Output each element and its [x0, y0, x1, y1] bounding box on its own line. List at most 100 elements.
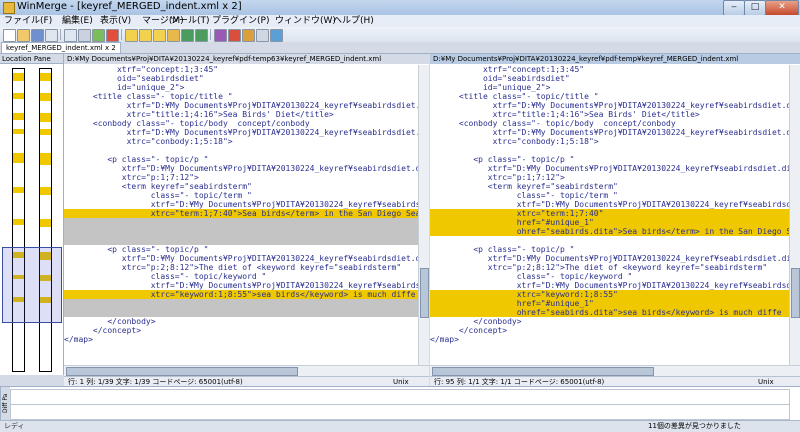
- redo-icon[interactable]: [64, 29, 77, 42]
- left-horizontal-scrollbar[interactable]: [64, 365, 429, 376]
- previous-difference-icon[interactable]: [125, 29, 138, 42]
- code-line[interactable]: xtrf="concept:1;3:45": [64, 65, 429, 74]
- document-tab[interactable]: keyref_MERGED_indent.xml x 2: [1, 42, 121, 53]
- code-line[interactable]: xtrc="p:2;8:12">The diet of <keyword key…: [64, 263, 429, 272]
- diff-line[interactable]: href="#unique_1": [430, 218, 800, 227]
- code-line[interactable]: <term keyref="seabirdsterm": [430, 182, 800, 191]
- code-line[interactable]: oid="seabirdsdiet": [430, 74, 800, 83]
- all-left-icon[interactable]: [242, 29, 255, 42]
- minimize-button[interactable]: ‒: [723, 0, 745, 16]
- code-line[interactable]: <p class="- topic/p ": [430, 245, 800, 254]
- location-viewport-indicator[interactable]: [2, 247, 62, 323]
- gap-line[interactable]: [64, 299, 429, 308]
- code-line[interactable]: xtrf="D:¥My Documents¥Proj¥DITA¥20130224…: [430, 281, 800, 290]
- code-line[interactable]: xtrf="D:¥My Documents¥Proj¥DITA¥20130224…: [430, 254, 800, 263]
- code-line[interactable]: class="- topic/keyword ": [430, 272, 800, 281]
- left-horizontal-scroll-thumb[interactable]: [66, 367, 298, 376]
- code-line[interactable]: xtrf="concept:1;3:45": [430, 65, 800, 74]
- menu-edit[interactable]: 編集(E): [62, 15, 93, 27]
- code-line[interactable]: <term keyref="seabirdsterm": [64, 182, 429, 191]
- code-line[interactable]: class="- topic/term ": [430, 191, 800, 200]
- right-vertical-scrollbar[interactable]: [789, 65, 800, 375]
- code-line[interactable]: </map>: [64, 335, 429, 344]
- current-difference-icon[interactable]: [167, 29, 180, 42]
- copy-left-icon[interactable]: [195, 29, 208, 42]
- gap-line[interactable]: [64, 218, 429, 227]
- menu-help[interactable]: ヘルプ(H): [333, 15, 374, 27]
- first-difference-icon[interactable]: [106, 29, 119, 42]
- all-right-icon[interactable]: [228, 29, 241, 42]
- menu-tools[interactable]: ツール(T): [170, 15, 210, 27]
- code-line[interactable]: xtrf="D:¥My Documents¥Proj¥DITA¥20130224…: [64, 254, 429, 263]
- code-line[interactable]: <p class="- topic/p ": [64, 155, 429, 164]
- diff-line[interactable]: xtrc="term:1;7:40">Sea birds</term> in t…: [64, 209, 429, 218]
- code-line[interactable]: <conbody class="- topic/body concept/con…: [430, 119, 800, 128]
- gap-line[interactable]: [64, 227, 429, 236]
- right-file-pane[interactable]: D:¥My Documents¥Proj¥DITA¥20130224_keyre…: [430, 54, 800, 375]
- code-line[interactable]: xtrc="p:2;8:12">The diet of <keyword key…: [430, 263, 800, 272]
- right-horizontal-scrollbar[interactable]: [430, 365, 800, 376]
- code-line[interactable]: [430, 146, 800, 155]
- diff-line[interactable]: xtrc="keyword:1;8:55">sea birds</keyword…: [64, 290, 429, 299]
- code-line[interactable]: id="unique_2">: [430, 83, 800, 92]
- code-line[interactable]: class="- topic/term ": [64, 191, 429, 200]
- code-line[interactable]: id="unique_2">: [64, 83, 429, 92]
- code-line[interactable]: <conbody class="- topic/body concept/con…: [64, 119, 429, 128]
- copy-right-icon[interactable]: [181, 29, 194, 42]
- location-pane[interactable]: Location Pane: [0, 54, 64, 375]
- code-line[interactable]: </conbody>: [64, 317, 429, 326]
- open-icon[interactable]: [17, 29, 30, 42]
- menu-file[interactable]: ファイル(F): [4, 15, 52, 27]
- code-line[interactable]: xtrf="D:¥My Documents¥Proj¥DITA¥20130224…: [430, 128, 800, 137]
- code-line[interactable]: xtrf="D:¥My Documents¥Proj¥DITA¥20130224…: [64, 128, 429, 137]
- left-vertical-scrollbar[interactable]: [418, 65, 429, 375]
- refresh-icon[interactable]: [78, 29, 91, 42]
- code-line[interactable]: <p class="- topic/p ": [64, 245, 429, 254]
- diff-line[interactable]: ohref="seabirds.dita">sea birds</keyword…: [430, 308, 800, 317]
- diff-pane-right-row[interactable]: [10, 404, 790, 420]
- code-line[interactable]: xtrf="D:¥My Documents¥Proj¥DITA¥20130224…: [64, 164, 429, 173]
- diff-line[interactable]: xtrc="term:1;7:40": [430, 209, 800, 218]
- maximize-button[interactable]: □: [744, 0, 766, 16]
- compare-icon[interactable]: [92, 29, 105, 42]
- left-vertical-scroll-thumb[interactable]: [420, 268, 429, 318]
- code-line[interactable]: xtrf="D:¥My Documents¥Proj¥DITA¥20130224…: [430, 164, 800, 173]
- code-line[interactable]: xtrc="title:1;4:16">Sea Birds' Diet</tit…: [430, 110, 800, 119]
- code-line[interactable]: xtrc="conbody:1;5:18">: [64, 137, 429, 146]
- code-line[interactable]: xtrf="D:¥My Documents¥Proj¥DITA¥20130224…: [430, 101, 800, 110]
- gap-line[interactable]: [64, 308, 429, 317]
- last-difference-icon[interactable]: [153, 29, 166, 42]
- menu-window[interactable]: ウィンドウ(W): [275, 15, 336, 27]
- menu-view[interactable]: 表示(V): [100, 15, 131, 27]
- swap-panes-icon[interactable]: [270, 29, 283, 42]
- code-line[interactable]: xtrf="D:¥My Documents¥Proj¥DITA¥20130224…: [64, 101, 429, 110]
- code-line[interactable]: </conbody>: [430, 317, 800, 326]
- diff-pane-left-row[interactable]: [10, 389, 790, 405]
- code-line[interactable]: xtrf="D:¥My Documents¥Proj¥DITA¥20130224…: [64, 200, 429, 209]
- code-line[interactable]: <title class="- topic/title ": [430, 92, 800, 101]
- code-line[interactable]: xtrc="p:1;7:12">: [64, 173, 429, 182]
- options-icon[interactable]: [256, 29, 269, 42]
- code-line[interactable]: xtrc="conbody:1;5:18">: [430, 137, 800, 146]
- code-line[interactable]: <p class="- topic/p ": [430, 155, 800, 164]
- code-line[interactable]: xtrf="D:¥My Documents¥Proj¥DITA¥20130224…: [64, 281, 429, 290]
- undo-icon[interactable]: [45, 29, 58, 42]
- gap-line[interactable]: [64, 236, 429, 245]
- diff-line[interactable]: ohref="seabirds.dita">Sea birds</term> i…: [430, 227, 800, 236]
- menu-plugins[interactable]: プラグイン(P): [212, 15, 269, 27]
- code-line[interactable]: </map>: [430, 335, 800, 344]
- code-line[interactable]: oid="seabirdsdiet": [64, 74, 429, 83]
- code-line[interactable]: <title class="- topic/title ": [64, 92, 429, 101]
- right-code-view[interactable]: xtrf="concept:1;3:45" oid="seabirdsdiet"…: [430, 65, 800, 375]
- code-line[interactable]: [430, 236, 800, 245]
- right-horizontal-scroll-thumb[interactable]: [432, 367, 654, 376]
- close-button[interactable]: ✕: [765, 0, 799, 16]
- location-bar-left[interactable]: [12, 68, 25, 372]
- right-vertical-scroll-thumb[interactable]: [791, 268, 800, 318]
- left-code-view[interactable]: xtrf="concept:1;3:45" oid="seabirdsdiet"…: [64, 65, 429, 375]
- code-line[interactable]: </concept>: [430, 326, 800, 335]
- location-bar-right[interactable]: [39, 68, 52, 372]
- code-line[interactable]: [64, 146, 429, 155]
- save-icon[interactable]: [31, 29, 44, 42]
- copy-right-advance-icon[interactable]: [214, 29, 227, 42]
